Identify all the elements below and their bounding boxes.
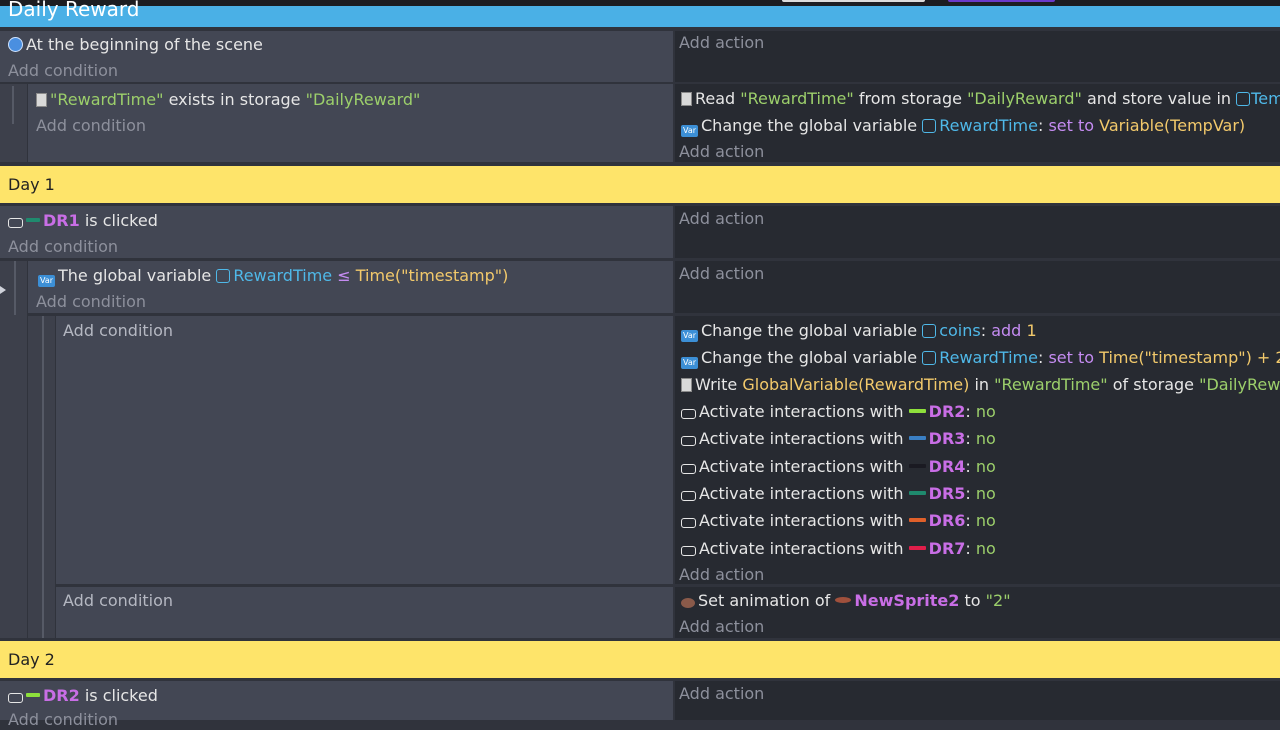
subevent-conditions[interactable] bbox=[56, 316, 673, 584]
condition-row[interactable]: Var The global variable RewardTime ≤ Time… bbox=[38, 266, 508, 287]
action-row[interactable]: Activate interactions with DR5: no bbox=[681, 484, 996, 504]
subevent-actions[interactable] bbox=[675, 261, 1280, 313]
global-variable-icon bbox=[922, 119, 937, 133]
global-variable-icon bbox=[922, 351, 937, 365]
action-row[interactable]: Var Change the global variable coins: add… bbox=[681, 321, 1037, 342]
add-condition-link[interactable]: Add condition bbox=[63, 321, 173, 341]
object-thumbnail-icon bbox=[835, 597, 852, 603]
scene-variable-icon bbox=[1236, 92, 1251, 106]
tree-line bbox=[12, 86, 14, 124]
mouse-icon bbox=[8, 693, 23, 703]
add-condition-link[interactable]: Add condition bbox=[8, 237, 118, 257]
action-row[interactable]: Activate interactions with DR2: no bbox=[681, 402, 996, 422]
toolbar-button[interactable] bbox=[782, 0, 925, 2]
action-row[interactable]: Activate interactions with DR3: no bbox=[681, 429, 996, 449]
group-title: Daily Reward bbox=[8, 0, 140, 21]
action-row[interactable]: Write GlobalVariable(RewardTime) in "Rew… bbox=[681, 375, 1280, 395]
object-swatch bbox=[26, 218, 40, 222]
mouse-icon bbox=[681, 518, 696, 528]
object-swatch bbox=[908, 491, 926, 495]
variable-icon: Var bbox=[38, 275, 55, 287]
event-actions[interactable] bbox=[675, 31, 1280, 82]
storage-icon bbox=[681, 378, 692, 392]
mouse-icon bbox=[681, 491, 696, 501]
sprite-icon bbox=[681, 598, 695, 608]
object-swatch bbox=[26, 693, 40, 697]
global-variable-icon bbox=[922, 324, 937, 338]
object-swatch bbox=[908, 518, 926, 522]
subevent-indent bbox=[0, 261, 27, 638]
tree-line bbox=[42, 316, 44, 638]
object-swatch bbox=[908, 546, 926, 550]
add-condition-link[interactable]: Add condition bbox=[36, 116, 146, 136]
eye-icon bbox=[8, 37, 23, 52]
add-action-link[interactable]: Add action bbox=[679, 684, 764, 704]
variable-icon: Var bbox=[681, 330, 698, 342]
condition-row[interactable]: DR1 is clicked bbox=[8, 211, 158, 231]
add-action-link[interactable]: Add action bbox=[679, 617, 764, 637]
action-row[interactable]: Activate interactions with DR6: no bbox=[681, 511, 996, 531]
add-condition-link[interactable]: Add condition bbox=[8, 61, 118, 81]
storage-icon bbox=[681, 92, 692, 106]
action-row[interactable]: Set animation of NewSprite2 to "2" bbox=[681, 591, 1011, 611]
toolbar-button-accent[interactable] bbox=[948, 0, 1055, 2]
action-row[interactable]: Activate interactions with DR7: no bbox=[681, 539, 996, 559]
condition-row[interactable]: "RewardTime" exists in storage "DailyRew… bbox=[36, 90, 420, 110]
global-variable-icon bbox=[216, 269, 231, 283]
collapse-arrow-icon[interactable] bbox=[0, 286, 6, 294]
action-row[interactable]: Var Change the global variable RewardTime… bbox=[681, 348, 1280, 369]
mouse-icon bbox=[681, 464, 696, 474]
add-action-link[interactable]: Add action bbox=[679, 142, 764, 162]
add-action-link[interactable]: Add action bbox=[679, 264, 764, 284]
mouse-icon bbox=[681, 409, 696, 419]
event-actions[interactable] bbox=[675, 206, 1280, 258]
action-row[interactable]: Var Change the global variable RewardTime… bbox=[681, 116, 1245, 137]
mouse-icon bbox=[681, 436, 696, 446]
comment-day1[interactable]: Day 1 bbox=[0, 166, 1280, 203]
add-action-link[interactable]: Add action bbox=[679, 565, 764, 585]
add-condition-link[interactable]: Add condition bbox=[8, 710, 118, 730]
event-actions[interactable] bbox=[675, 681, 1280, 720]
mouse-icon bbox=[681, 546, 696, 556]
condition-row[interactable]: DR2 is clicked bbox=[8, 686, 158, 706]
mouse-icon bbox=[8, 218, 23, 228]
variable-icon: Var bbox=[681, 357, 698, 369]
action-row[interactable]: Read "RewardTime" from storage "DailyRew… bbox=[681, 89, 1280, 109]
add-action-link[interactable]: Add action bbox=[679, 33, 764, 53]
object-swatch bbox=[908, 464, 926, 468]
add-condition-link[interactable]: Add condition bbox=[36, 292, 146, 312]
variable-icon: Var bbox=[681, 125, 698, 137]
condition-row[interactable]: At the beginning of the scene bbox=[8, 35, 263, 55]
object-swatch bbox=[908, 409, 926, 413]
group-header[interactable]: Daily Reward bbox=[0, 0, 1280, 27]
tree-line bbox=[14, 261, 16, 315]
comment-day2[interactable]: Day 2 bbox=[0, 641, 1280, 678]
storage-icon bbox=[36, 93, 47, 107]
action-row[interactable]: Activate interactions with DR4: no bbox=[681, 457, 996, 477]
object-swatch bbox=[908, 436, 926, 440]
add-condition-link[interactable]: Add condition bbox=[63, 591, 173, 611]
add-action-link[interactable]: Add action bbox=[679, 209, 764, 229]
